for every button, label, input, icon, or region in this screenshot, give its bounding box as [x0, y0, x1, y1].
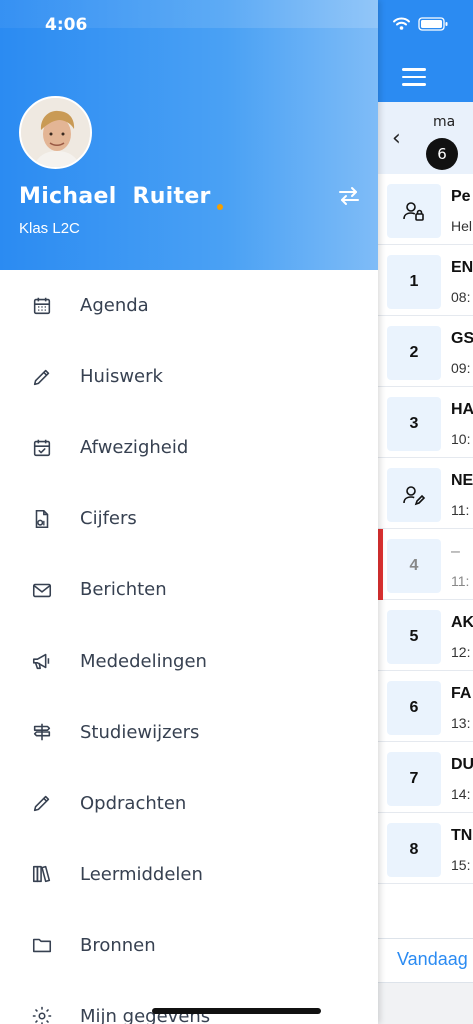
- pencil-icon: [31, 792, 53, 814]
- current-time-marker: [378, 529, 383, 600]
- lesson-time: 15:: [451, 857, 471, 873]
- list-item[interactable]: 1 EN 08:: [378, 245, 473, 316]
- menu-item-leermiddelen[interactable]: Leermiddelen: [0, 839, 378, 910]
- menu-item-studiewijzers[interactable]: Studiewijzers: [0, 697, 378, 768]
- switch-account-icon[interactable]: [337, 184, 361, 208]
- menu-item-label: Cijfers: [80, 508, 137, 530]
- lesson-hour-badge: 2: [387, 326, 441, 380]
- today-button[interactable]: Vandaag: [397, 949, 468, 970]
- battery-icon: [418, 17, 448, 31]
- lesson-hour-badge: 4: [387, 539, 441, 593]
- lesson-time: 10:: [451, 431, 471, 447]
- megaphone-icon: [31, 650, 53, 672]
- day-selector: ‹ ma 6: [378, 102, 473, 174]
- signpost-icon: [31, 721, 53, 743]
- lesson-title: DU: [451, 756, 473, 773]
- list-item[interactable]: 7 DU 14:: [378, 742, 473, 813]
- lesson-title: FA: [451, 685, 472, 702]
- menu-item-label: Huiswerk: [80, 366, 163, 388]
- lesson-time: 11:: [451, 502, 470, 518]
- folder-icon: [31, 934, 53, 956]
- menu-item-berichten[interactable]: Berichten: [0, 554, 378, 625]
- menu-item-label: Berichten: [80, 579, 167, 601]
- lesson-subtitle: Hel: [451, 218, 473, 234]
- menu-item-label: Leermiddelen: [80, 863, 203, 885]
- lesson-title: GS: [451, 330, 473, 347]
- lesson-time: 08:: [451, 289, 471, 305]
- lesson-title: NE: [451, 472, 473, 489]
- lesson-time: 09:: [451, 360, 471, 376]
- user-class: Klas L2C: [19, 220, 80, 237]
- lesson-title: TN: [451, 827, 473, 844]
- calendar-check-icon: [31, 437, 53, 459]
- lesson-hour-badge: 8: [387, 823, 441, 877]
- lesson-title: AK: [451, 614, 473, 631]
- lesson-title: –: [451, 543, 460, 560]
- user-first-name: Michael: [19, 184, 117, 209]
- lesson-title: HA: [451, 401, 473, 418]
- menu-item-opdrachten[interactable]: Opdrachten: [0, 768, 378, 839]
- hamburger-menu-icon[interactable]: [402, 68, 426, 86]
- menu-item-label: Studiewijzers: [80, 721, 200, 743]
- menu-item-afwezigheid[interactable]: Afwezigheid: [0, 412, 378, 483]
- agenda-header: [378, 52, 473, 102]
- day-label: ma: [433, 114, 456, 130]
- list-item[interactable]: Pe Hel: [378, 174, 473, 245]
- lesson-time: 11:: [451, 573, 470, 589]
- lesson-hour-badge: 3: [387, 397, 441, 451]
- user-name: Michael Ruiter: [19, 184, 211, 209]
- list-item[interactable]: 4 – 11:: [378, 529, 473, 600]
- lesson-time: 13:: [451, 715, 471, 731]
- list-item[interactable]: NE 11:: [378, 458, 473, 529]
- agenda-screen: ‹ ma 6 Pe Hel 1 EN 08: 2 GS 09: 3 HA 10:: [378, 0, 473, 1024]
- menu-item-label: Mededelingen: [80, 650, 207, 672]
- home-indicator: [152, 1008, 321, 1014]
- person-edit-icon: [387, 468, 441, 522]
- menu-item-label: Bronnen: [80, 934, 156, 956]
- list-item[interactable]: 2 GS 09:: [378, 316, 473, 387]
- lesson-time: 14:: [451, 786, 471, 802]
- lesson-time: 12:: [451, 644, 471, 660]
- chevron-left-icon[interactable]: ‹: [392, 128, 401, 150]
- calendar-icon: [31, 295, 53, 317]
- drawer-menu: Agenda Huiswerk Afwezigheid Cijfers Beri…: [0, 270, 378, 1024]
- wifi-icon: [393, 17, 410, 30]
- menu-item-cijfers[interactable]: Cijfers: [0, 483, 378, 554]
- envelope-icon: [31, 579, 53, 601]
- day-number[interactable]: 6: [426, 138, 458, 170]
- status-icons: [392, 16, 452, 32]
- menu-item-bronnen[interactable]: Bronnen: [0, 910, 378, 981]
- menu-item-huiswerk[interactable]: Huiswerk: [0, 341, 378, 412]
- menu-item-agenda[interactable]: Agenda: [0, 270, 378, 341]
- drawer-header: Michael Ruiter Klas L2C: [0, 0, 378, 270]
- tab-bar-background: [378, 982, 473, 1024]
- menu-item-mijn-gegevens[interactable]: Mijn gegevens: [0, 981, 378, 1024]
- status-dot: [217, 204, 223, 210]
- books-icon: [31, 863, 53, 885]
- lesson-list: Pe Hel 1 EN 08: 2 GS 09: 3 HA 10: NE 11:…: [378, 174, 473, 884]
- list-item[interactable]: 6 FA 13:: [378, 671, 473, 742]
- menu-item-label: Opdrachten: [80, 792, 187, 814]
- lesson-title: Pe: [451, 188, 471, 205]
- navigation-drawer: Michael Ruiter Klas L2C Agenda Huiswerk …: [0, 0, 378, 1024]
- list-item[interactable]: 3 HA 10:: [378, 387, 473, 458]
- lesson-hour-badge: 5: [387, 610, 441, 664]
- person-lock-icon: [387, 184, 441, 238]
- list-item[interactable]: 8 TN 15:: [378, 813, 473, 884]
- pencil-icon: [31, 366, 53, 388]
- lesson-hour-badge: 7: [387, 752, 441, 806]
- gear-icon: [31, 1005, 53, 1024]
- status-time: 4:06: [45, 15, 88, 35]
- lesson-hour-badge: 1: [387, 255, 441, 309]
- menu-item-label: Afwezigheid: [80, 437, 189, 459]
- grade-document-icon: [31, 508, 53, 530]
- lesson-title: EN: [451, 259, 473, 276]
- menu-item-label: Agenda: [80, 295, 149, 317]
- menu-item-mededelingen[interactable]: Mededelingen: [0, 625, 378, 696]
- avatar[interactable]: [19, 96, 92, 169]
- list-item[interactable]: 5 AK 12:: [378, 600, 473, 671]
- user-last-name: Ruiter: [132, 184, 211, 209]
- agenda-footer: Vandaag: [378, 938, 473, 982]
- lesson-hour-badge: 6: [387, 681, 441, 735]
